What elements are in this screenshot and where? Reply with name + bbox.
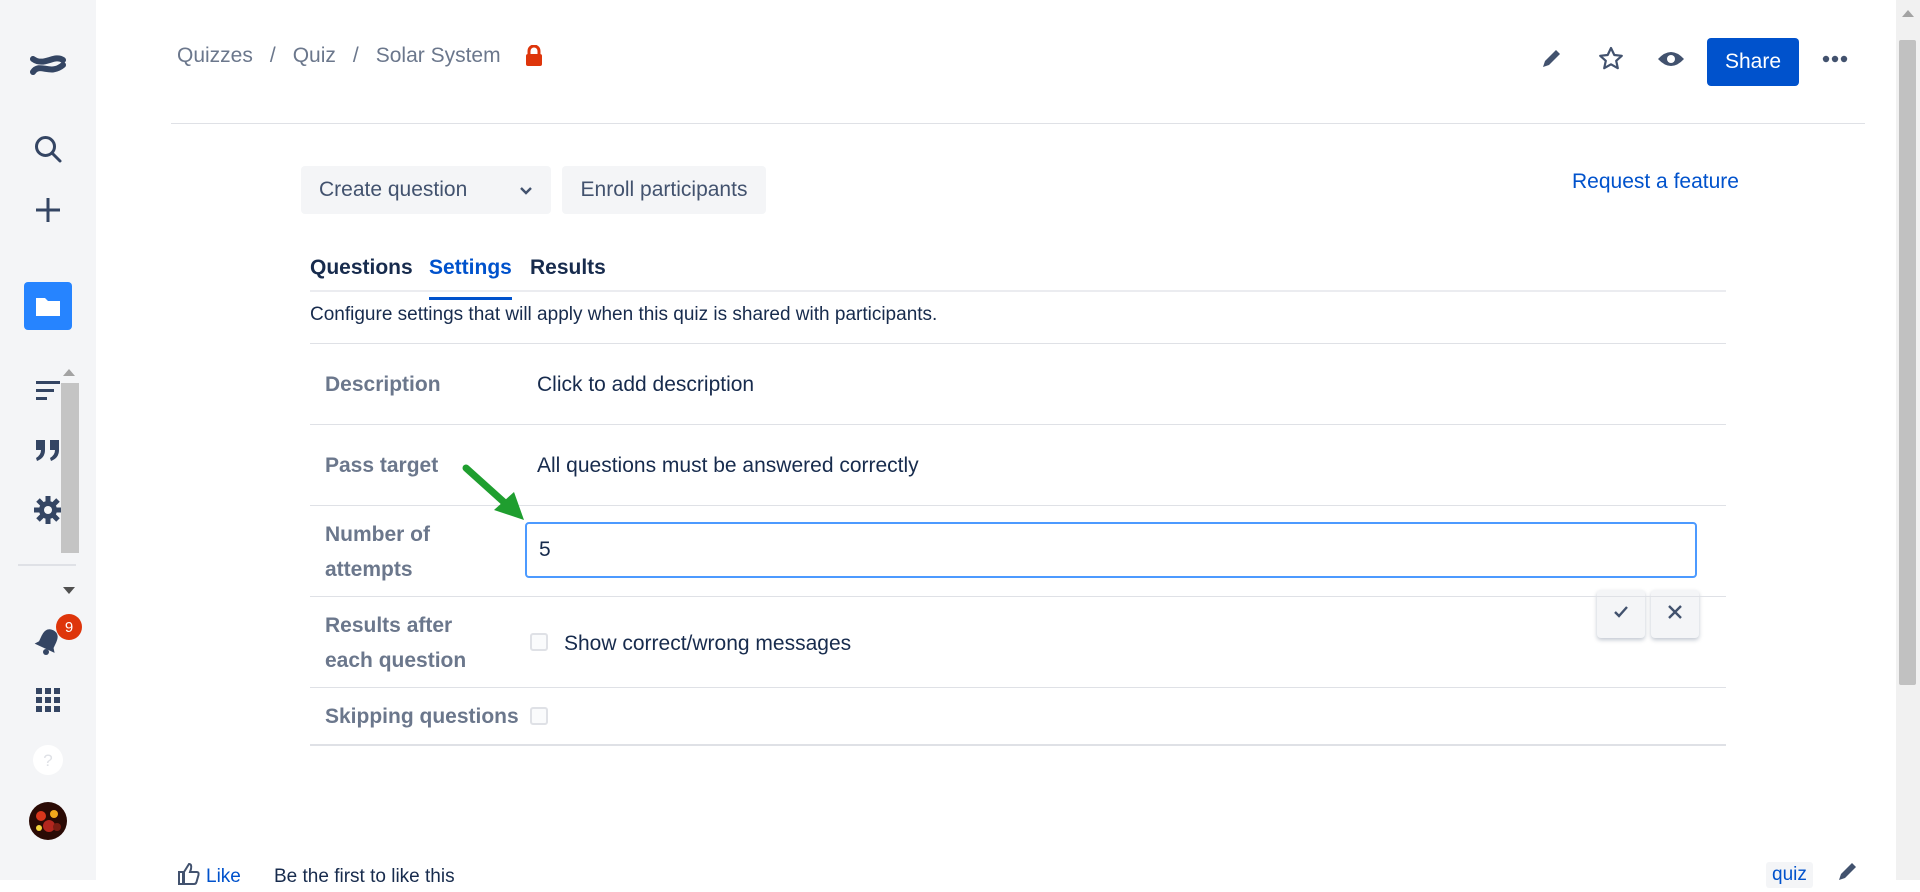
avatar[interactable] — [24, 797, 72, 845]
left-sidebar: 9 ? — [0, 0, 96, 880]
thumbs-up-icon — [176, 862, 200, 892]
row-divider — [310, 343, 1726, 344]
tab-results[interactable]: Results — [530, 256, 606, 292]
close-icon — [1667, 604, 1683, 625]
page-label-tag[interactable]: quiz — [1766, 862, 1813, 888]
svg-text:?: ? — [43, 751, 52, 770]
results-label: Results after each question — [325, 614, 467, 672]
page-title[interactable]: Solar System — [376, 44, 501, 68]
row-divider — [310, 424, 1726, 425]
more-icon[interactable] — [1818, 42, 1852, 76]
like-label: Like — [206, 866, 241, 887]
tab-divider — [310, 290, 1726, 292]
enroll-participants-button[interactable]: Enroll participants — [562, 166, 766, 214]
header-divider — [171, 123, 1865, 124]
breadcrumb-separator: / — [269, 44, 276, 67]
confirm-button[interactable] — [1597, 590, 1645, 638]
chevron-down-icon — [519, 178, 533, 202]
breadcrumb-separator: / — [352, 44, 359, 67]
results-option-label[interactable]: Show correct/wrong messages — [564, 632, 851, 656]
settings-helper-text: Configure settings that will apply when … — [310, 304, 938, 325]
tab-questions[interactable]: Questions — [310, 256, 413, 292]
search-icon[interactable] — [24, 125, 72, 173]
pencil-icon[interactable] — [1835, 860, 1859, 889]
row-divider — [310, 687, 1726, 688]
breadcrumb: Quizzes / Quiz / Solar System — [177, 44, 543, 68]
confluence-logo-icon[interactable] — [24, 42, 72, 90]
cancel-button[interactable] — [1651, 590, 1699, 638]
pass-target-label: Pass target — [325, 454, 439, 477]
share-button[interactable]: Share — [1707, 38, 1799, 86]
pencil-icon[interactable] — [1534, 42, 1568, 76]
breadcrumb-quizzes[interactable]: Quizzes — [177, 44, 253, 68]
pass-target-value[interactable]: All questions must be answered correctly — [537, 454, 919, 478]
breadcrumb-quiz[interactable]: Quiz — [293, 44, 336, 68]
row-divider — [310, 596, 1726, 597]
notification-badge: 9 — [56, 614, 82, 640]
attempts-label: Number of attempts — [325, 523, 430, 581]
eye-icon[interactable] — [1654, 42, 1688, 76]
annotation-arrow-icon — [462, 464, 524, 520]
help-icon[interactable]: ? — [24, 736, 72, 784]
results-checkbox[interactable] — [530, 633, 548, 651]
sidebar-scrollbar[interactable] — [59, 365, 81, 595]
like-button[interactable]: Like — [176, 862, 241, 892]
create-question-label: Create question — [319, 178, 468, 201]
sidebar-divider — [18, 564, 76, 566]
page-scrollbar[interactable] — [1896, 0, 1920, 880]
star-icon[interactable] — [1594, 42, 1628, 76]
skipping-label: Skipping questions — [325, 705, 519, 728]
folder-icon[interactable] — [24, 282, 72, 330]
description-label: Description — [325, 373, 441, 396]
skipping-checkbox[interactable] — [530, 707, 548, 725]
apps-grid-icon[interactable] — [24, 676, 72, 724]
request-feature-link[interactable]: Request a feature — [1572, 170, 1739, 194]
check-icon — [1613, 605, 1629, 624]
table-bottom-divider — [310, 744, 1726, 746]
tab-settings[interactable]: Settings — [429, 256, 512, 300]
plus-icon[interactable] — [24, 186, 72, 234]
attempts-input[interactable] — [525, 522, 1697, 578]
create-question-button[interactable]: Create question — [301, 166, 551, 214]
lock-icon[interactable] — [525, 45, 543, 67]
like-status-text: Be the first to like this — [274, 866, 455, 887]
description-value[interactable]: Click to add description — [537, 373, 754, 397]
